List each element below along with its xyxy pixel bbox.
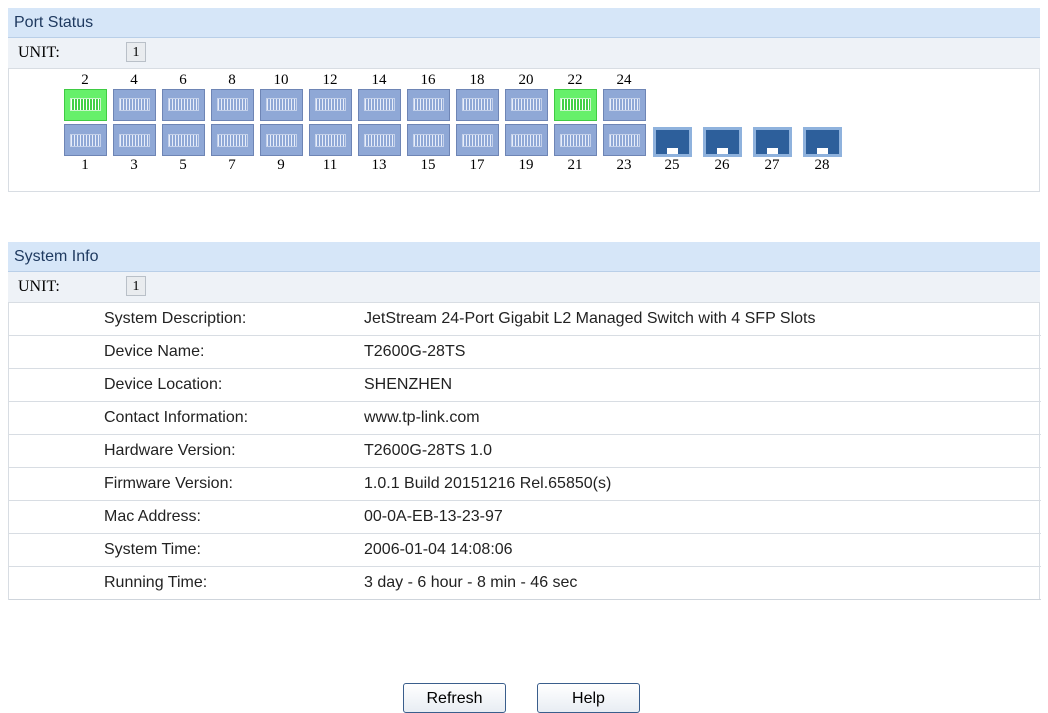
info-value: www.tp-link.com [364, 401, 1041, 435]
port-14-icon[interactable] [358, 89, 401, 121]
refresh-button[interactable]: Refresh [403, 683, 506, 713]
sfp-port-25-icon[interactable] [653, 127, 692, 157]
port-20-icon[interactable] [505, 89, 548, 121]
port-number-label: 24 [616, 72, 632, 88]
info-value: 2006-01-04 14:08:06 [364, 533, 1041, 567]
info-row: System Description: JetStream 24-Port Gig… [9, 303, 1041, 336]
port-number-label: 1 [81, 157, 89, 173]
port-number-label: 19 [518, 157, 534, 173]
port-number-label: 15 [420, 157, 436, 173]
port-13-icon[interactable] [358, 124, 401, 156]
info-row: Firmware Version: 1.0.1 Build 20151216 Re… [9, 467, 1041, 501]
port-number-label: 11 [322, 157, 338, 173]
port-number-label: 8 [228, 72, 236, 88]
port-7-icon[interactable] [211, 124, 254, 156]
port-5-icon[interactable] [162, 124, 205, 156]
info-value: T2600G-28TS [364, 335, 1041, 369]
port-16-icon[interactable] [407, 89, 450, 121]
port-12-icon[interactable] [309, 89, 352, 121]
port-22-icon[interactable] [554, 89, 597, 121]
unit-select-button[interactable]: 1 [126, 276, 146, 296]
port-number-label: 16 [420, 72, 436, 88]
info-value: 3 day - 6 hour - 8 min - 46 sec [364, 566, 1041, 600]
port-19-icon[interactable] [505, 124, 548, 156]
info-key: Device Name: [9, 335, 364, 369]
port-23-icon[interactable] [603, 124, 646, 156]
info-row: Mac Address: 00-0A-EB-13-23-97 [9, 500, 1041, 534]
info-key: Firmware Version: [9, 467, 364, 501]
info-value: SHENZHEN [364, 368, 1041, 402]
info-row: Contact Information: www.tp-link.com [9, 401, 1041, 435]
system-info-title: System Info [8, 242, 1040, 272]
port-number-label: 6 [179, 72, 187, 88]
port-number-label: 4 [130, 72, 138, 88]
port-number-label: 5 [179, 157, 187, 173]
unit-select-button[interactable]: 1 [126, 42, 146, 62]
port-6-icon[interactable] [162, 89, 205, 121]
system-info-panel: System Info UNIT: 1 System Description: J… [8, 242, 1041, 600]
info-value: 1.0.1 Build 20151216 Rel.65850(s) [364, 467, 1041, 501]
info-key: System Description: [9, 303, 364, 336]
info-key: Device Location: [9, 368, 364, 402]
port-1-icon[interactable] [64, 124, 107, 156]
port-number-label: 26 [714, 157, 730, 173]
port-number-label: 25 [664, 157, 680, 173]
port-number-label: 22 [567, 72, 583, 88]
port-panel-graphic: 2 4 6 8 10 12 14 16 18 20 22 24 1 3 5 7 9 11 13 15 17 19 21 23 2… [8, 69, 1040, 192]
port-number-label: 13 [371, 157, 387, 173]
info-row: Hardware Version: T2600G-28TS 1.0 [9, 434, 1041, 468]
port-8-icon[interactable] [211, 89, 254, 121]
unit-label: UNIT: [18, 44, 60, 61]
port-9-icon[interactable] [260, 124, 303, 156]
info-value: T2600G-28TS 1.0 [364, 434, 1041, 468]
unit-label: UNIT: [18, 278, 60, 295]
sfp-port-26-icon[interactable] [703, 127, 742, 157]
port-number-label: 20 [518, 72, 534, 88]
info-key: Contact Information: [9, 401, 364, 435]
info-value: 00-0A-EB-13-23-97 [364, 500, 1041, 534]
sfp-port-28-icon[interactable] [803, 127, 842, 157]
system-info-unit-row: UNIT: 1 [8, 272, 1040, 303]
port-number-label: 3 [130, 157, 138, 173]
port-number-label: 14 [371, 72, 387, 88]
info-key: Hardware Version: [9, 434, 364, 468]
help-button[interactable]: Help [537, 683, 640, 713]
info-key: Mac Address: [9, 500, 364, 534]
port-11-icon[interactable] [309, 124, 352, 156]
info-row: Running Time: 3 day - 6 hour - 8 min - 46… [9, 566, 1041, 600]
port-status-title: Port Status [8, 8, 1040, 38]
port-4-icon[interactable] [113, 89, 156, 121]
port-number-label: 9 [277, 157, 285, 173]
port-10-icon[interactable] [260, 89, 303, 121]
port-24-icon[interactable] [603, 89, 646, 121]
info-row: System Time: 2006-01-04 14:08:06 [9, 533, 1041, 567]
port-number-label: 28 [814, 157, 830, 173]
port-number-label: 10 [273, 72, 289, 88]
port-number-label: 7 [228, 157, 236, 173]
info-key: System Time: [9, 533, 364, 567]
system-info-table: System Description: JetStream 24-Port Gig… [9, 303, 1041, 600]
info-row: Device Name: T2600G-28TS [9, 335, 1041, 369]
port-number-label: 23 [616, 157, 632, 173]
info-value: JetStream 24-Port Gigabit L2 Managed Swi… [364, 303, 1041, 336]
port-number-label: 21 [567, 157, 583, 173]
port-17-icon[interactable] [456, 124, 499, 156]
port-number-label: 2 [81, 72, 89, 88]
port-18-icon[interactable] [456, 89, 499, 121]
port-number-label: 12 [322, 72, 338, 88]
port-number-label: 27 [764, 157, 780, 173]
sfp-port-27-icon[interactable] [753, 127, 792, 157]
info-row: Device Location: SHENZHEN [9, 368, 1041, 402]
port-status-panel: Port Status UNIT: 1 2 4 6 8 10 12 14 16 18 20 22 24… [8, 8, 1040, 192]
port-15-icon[interactable] [407, 124, 450, 156]
port-21-icon[interactable] [554, 124, 597, 156]
port-3-icon[interactable] [113, 124, 156, 156]
port-number-label: 18 [469, 72, 485, 88]
port-number-label: 17 [469, 157, 485, 173]
port-2-icon[interactable] [64, 89, 107, 121]
port-status-unit-row: UNIT: 1 [8, 38, 1040, 69]
info-key: Running Time: [9, 566, 364, 600]
